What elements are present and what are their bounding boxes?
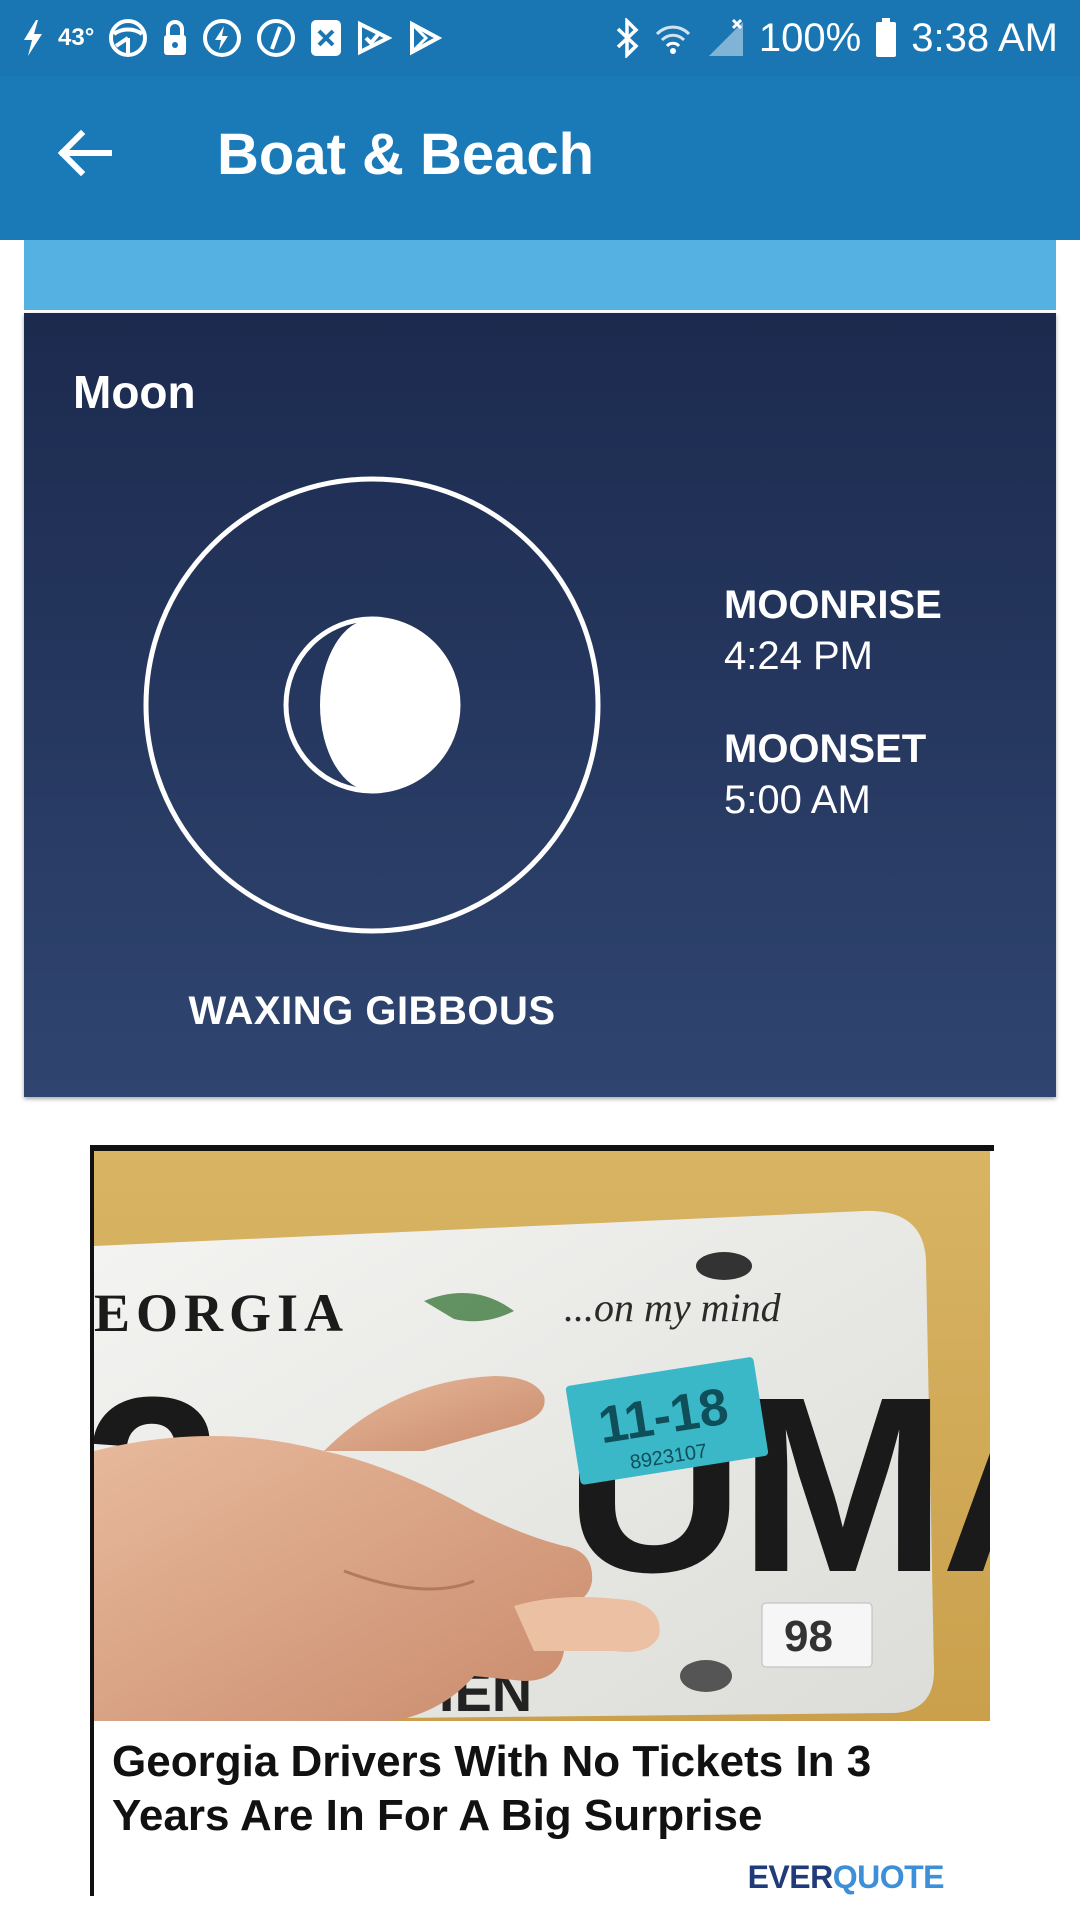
ad-brand-part1: EVER xyxy=(747,1859,834,1895)
battery-icon xyxy=(875,18,897,58)
check-arrow-icon xyxy=(356,20,393,56)
ad-plate-slogan: ...on my mind xyxy=(564,1285,782,1330)
moonset-label: MOONSET xyxy=(724,727,927,771)
flash-icon xyxy=(22,20,44,56)
page-title: Boat & Beach xyxy=(217,122,595,187)
moonrise-time: 4:24 PM xyxy=(724,634,873,678)
ad-plate-state: EORGIA xyxy=(94,1283,349,1343)
moon-card: Moon WAXING GIBBOUS MOONRISE 4:24 PM MOO… xyxy=(24,313,1056,1097)
moon-phase-icon xyxy=(283,616,461,794)
back-button[interactable] xyxy=(50,120,120,190)
bluetooth-icon xyxy=(615,18,639,58)
ad-headline[interactable]: Georgia Drivers With No Tickets In 3 Yea… xyxy=(112,1735,972,1843)
moonset-time: 5:00 AM xyxy=(724,778,871,822)
signal-icon xyxy=(707,18,745,58)
slash-circle-icon xyxy=(256,18,296,58)
ad-brand-logo[interactable]: EVERQUOTE xyxy=(747,1859,945,1896)
ad-brand-part2: QUOTE xyxy=(832,1859,945,1895)
moonrise-label: MOONRISE xyxy=(724,583,942,627)
ad-tag-number: 98 xyxy=(784,1612,833,1661)
app-bar: Boat & Beach xyxy=(0,76,1080,240)
bolt-circle-icon xyxy=(202,18,242,58)
wifi-icon xyxy=(653,18,693,58)
temperature-text: 43° xyxy=(58,24,95,51)
moonrise-info: MOONRISE 4:24 PM xyxy=(724,581,942,683)
status-bar: 43° 100% 3:38 AM xyxy=(0,0,1080,76)
battery-percentage: 100% xyxy=(758,15,862,60)
lock-icon xyxy=(162,19,188,57)
ad-image[interactable]: EORGIA ...on my mind 3 UMA HEN 98 11-18 … xyxy=(94,1151,990,1721)
steering-icon xyxy=(108,18,148,58)
play-store-icon xyxy=(406,20,443,56)
moon-phase-label: WAXING GIBBOUS xyxy=(188,989,556,1033)
moon-card-title: Moon xyxy=(73,366,196,418)
moon-phase-graphic xyxy=(142,475,602,935)
previous-card-strip xyxy=(24,240,1056,312)
moonset-info: MOONSET 5:00 AM xyxy=(724,725,926,827)
close-box-icon xyxy=(310,19,342,57)
arrow-left-icon xyxy=(57,129,113,182)
advertisement[interactable]: EORGIA ...on my mind 3 UMA HEN 98 11-18 … xyxy=(90,1145,994,1896)
clock: 3:38 AM xyxy=(911,15,1058,60)
